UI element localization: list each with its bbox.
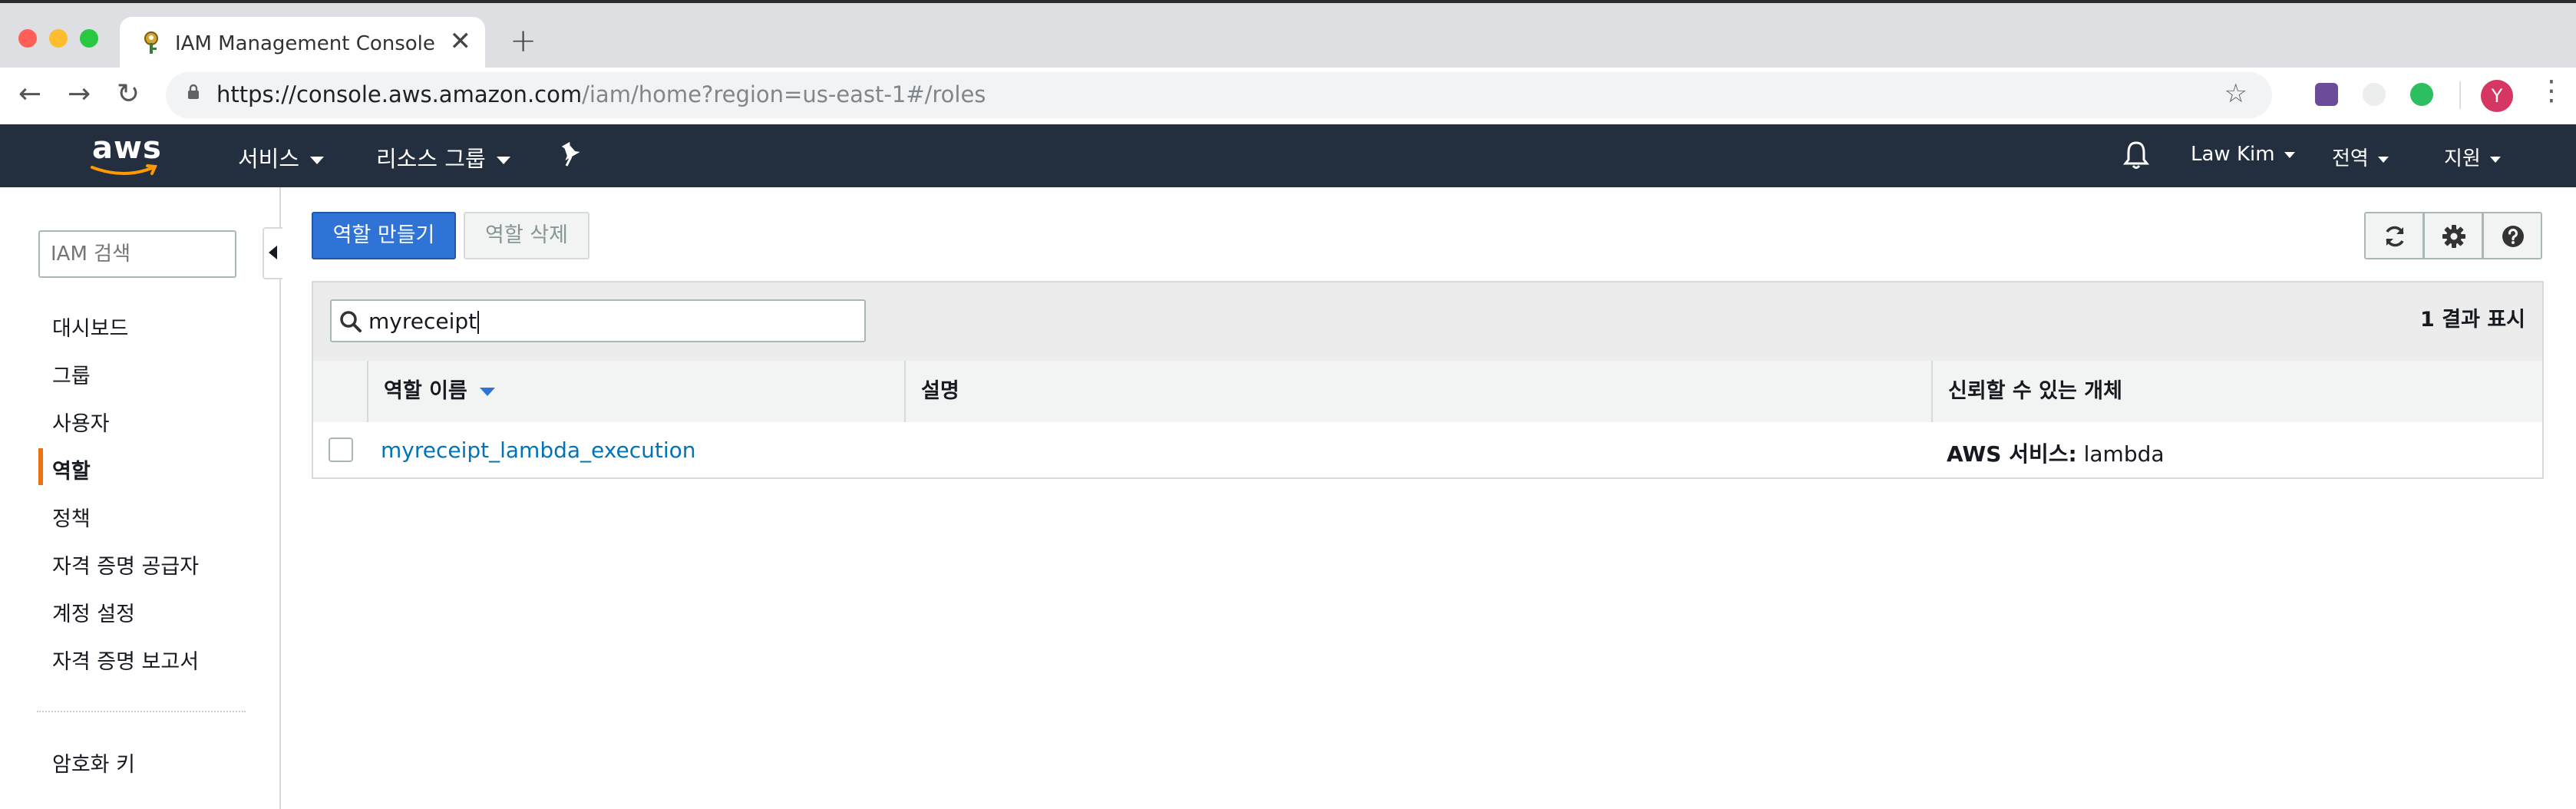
sidebar-item-credential-report[interactable]: 자격 증명 보고서 bbox=[52, 645, 199, 675]
aws-smile-icon bbox=[91, 164, 157, 175]
user-name: Law Kim bbox=[2191, 143, 2275, 166]
pin-icon[interactable] bbox=[559, 141, 583, 169]
iam-search-input[interactable] bbox=[38, 230, 236, 278]
sidebar-item-account-settings[interactable]: 계정 설정 bbox=[52, 597, 135, 627]
chevron-down-icon bbox=[310, 157, 325, 164]
browser-tab-bar: IAM Management Console ✕ + bbox=[0, 0, 2576, 72]
browser-tab[interactable]: IAM Management Console ✕ bbox=[120, 17, 485, 72]
sidebar-item-encryption-keys[interactable]: 암호화 키 bbox=[52, 748, 135, 778]
sidebar-item-identity-providers[interactable]: 자격 증명 공급자 bbox=[52, 550, 199, 580]
table-header: 역할 이름 설명 신뢰할 수 있는 개체 bbox=[313, 361, 2542, 424]
chevron-down-icon bbox=[2284, 151, 2295, 158]
key-favicon-icon bbox=[144, 31, 158, 54]
bookmark-star-icon[interactable]: ☆ bbox=[2224, 78, 2247, 109]
aws-logo[interactable]: aws bbox=[84, 130, 164, 178]
user-menu[interactable]: Law Kim bbox=[2191, 143, 2295, 166]
chevron-down-icon bbox=[2489, 156, 2501, 163]
roles-table-panel: myreceipt 1 결과 표시 역할 이름 설명 신뢰할 수 있는 개체 m… bbox=[312, 281, 2544, 479]
profile-avatar[interactable]: Y bbox=[2481, 80, 2513, 112]
evernote-icon[interactable] bbox=[2410, 83, 2433, 106]
refresh-icon bbox=[2386, 226, 2404, 247]
column-role-name[interactable]: 역할 이름 bbox=[367, 361, 904, 422]
sort-descending-icon[interactable] bbox=[479, 388, 495, 396]
cloud-extension-icon[interactable] bbox=[2363, 83, 2386, 106]
iam-sidebar: 대시보드 그룹 사용자 역할 정책 자격 증명 공급자 계정 설정 자격 증명 … bbox=[0, 187, 281, 809]
resource-groups-label: 리소스 그룹 bbox=[376, 146, 486, 172]
resource-groups-menu[interactable]: 리소스 그룹 bbox=[376, 141, 510, 173]
window-minimize-button[interactable] bbox=[49, 29, 68, 48]
back-arrow-icon[interactable]: ← bbox=[18, 78, 41, 110]
lock-icon bbox=[188, 84, 199, 99]
aws-logo-text: aws bbox=[92, 130, 162, 166]
forward-arrow-icon[interactable]: → bbox=[68, 78, 91, 110]
tab-title: IAM Management Console bbox=[175, 32, 435, 55]
toolbar-divider bbox=[2459, 81, 2461, 109]
window-close-button[interactable] bbox=[18, 29, 37, 48]
url-path: /iam/home?region=us-east-1#/roles bbox=[582, 81, 986, 107]
search-value-text: myreceipt bbox=[368, 309, 477, 334]
region-label: 전역 bbox=[2332, 147, 2369, 170]
tab-close-icon[interactable]: ✕ bbox=[450, 26, 472, 57]
sidebar-collapse-button[interactable] bbox=[263, 227, 282, 279]
help-icon bbox=[2502, 226, 2524, 247]
bell-icon[interactable] bbox=[2123, 140, 2149, 170]
services-menu[interactable]: 서비스 bbox=[238, 141, 325, 173]
column-role-name-label: 역할 이름 bbox=[384, 379, 467, 403]
create-role-button[interactable]: 역할 만들기 bbox=[312, 212, 456, 259]
aws-top-nav: aws 서비스 리소스 그룹 Law Kim 전역 지원 bbox=[0, 124, 2576, 187]
sidebar-item-dashboard[interactable]: 대시보드 bbox=[52, 312, 128, 342]
sidebar-item-groups[interactable]: 그룹 bbox=[52, 359, 91, 389]
search-icon bbox=[340, 311, 362, 332]
browser-toolbar: ← → ↻ https://console.aws.amazon.com/iam… bbox=[0, 68, 2576, 125]
role-search-input[interactable]: myreceipt bbox=[330, 299, 866, 342]
url-host: https://console.aws.amazon.com bbox=[216, 81, 583, 107]
select-all-column bbox=[313, 361, 367, 422]
services-label: 서비스 bbox=[238, 146, 300, 172]
table-row[interactable]: myreceipt_lambda_execution AWS 서비스: lamb… bbox=[313, 422, 2542, 477]
column-trusted-entities[interactable]: 신뢰할 수 있는 개체 bbox=[1931, 361, 2542, 422]
help-button[interactable] bbox=[2482, 212, 2542, 259]
results-count: 1 결과 표시 bbox=[2420, 308, 2525, 332]
chevron-down-icon bbox=[496, 157, 510, 164]
extension-icon[interactable] bbox=[2315, 83, 2338, 106]
filter-bar: myreceipt 1 결과 표시 bbox=[313, 282, 2542, 362]
delete-role-button[interactable]: 역할 삭제 bbox=[464, 212, 590, 259]
sidebar-item-policies[interactable]: 정책 bbox=[52, 502, 91, 532]
trusted-entity: AWS 서비스: lambda bbox=[1947, 438, 2165, 468]
settings-button[interactable] bbox=[2423, 212, 2483, 259]
window-maximize-button[interactable] bbox=[80, 29, 98, 48]
sidebar-item-users[interactable]: 사용자 bbox=[52, 407, 110, 437]
text-cursor bbox=[477, 311, 480, 334]
new-tab-button[interactable]: + bbox=[510, 21, 537, 59]
refresh-button[interactable] bbox=[2364, 212, 2424, 259]
active-item-indicator bbox=[38, 448, 43, 485]
address-bar[interactable]: https://console.aws.amazon.com/iam/home?… bbox=[166, 72, 2272, 118]
row-checkbox[interactable] bbox=[329, 438, 353, 462]
region-menu[interactable]: 전역 bbox=[2332, 143, 2389, 171]
trusted-entity-value: lambda bbox=[2083, 441, 2165, 467]
support-label: 지원 bbox=[2444, 147, 2481, 170]
chevron-down-icon bbox=[2377, 156, 2389, 163]
url-text: https://console.aws.amazon.com/iam/home?… bbox=[216, 81, 986, 107]
gear-icon bbox=[2442, 225, 2465, 248]
collapse-arrow-icon bbox=[269, 246, 277, 259]
role-name-link[interactable]: myreceipt_lambda_execution bbox=[381, 438, 695, 463]
search-value: myreceipt bbox=[368, 309, 480, 334]
reload-icon[interactable]: ↻ bbox=[117, 78, 140, 110]
browser-menu-icon[interactable]: ⋮ bbox=[2538, 75, 2565, 107]
sidebar-item-roles[interactable]: 역할 bbox=[52, 454, 91, 484]
trusted-entity-label: AWS 서비스: bbox=[1947, 441, 2077, 467]
sidebar-divider bbox=[37, 711, 246, 712]
support-menu[interactable]: 지원 bbox=[2444, 143, 2501, 171]
column-description[interactable]: 설명 bbox=[904, 361, 1933, 422]
